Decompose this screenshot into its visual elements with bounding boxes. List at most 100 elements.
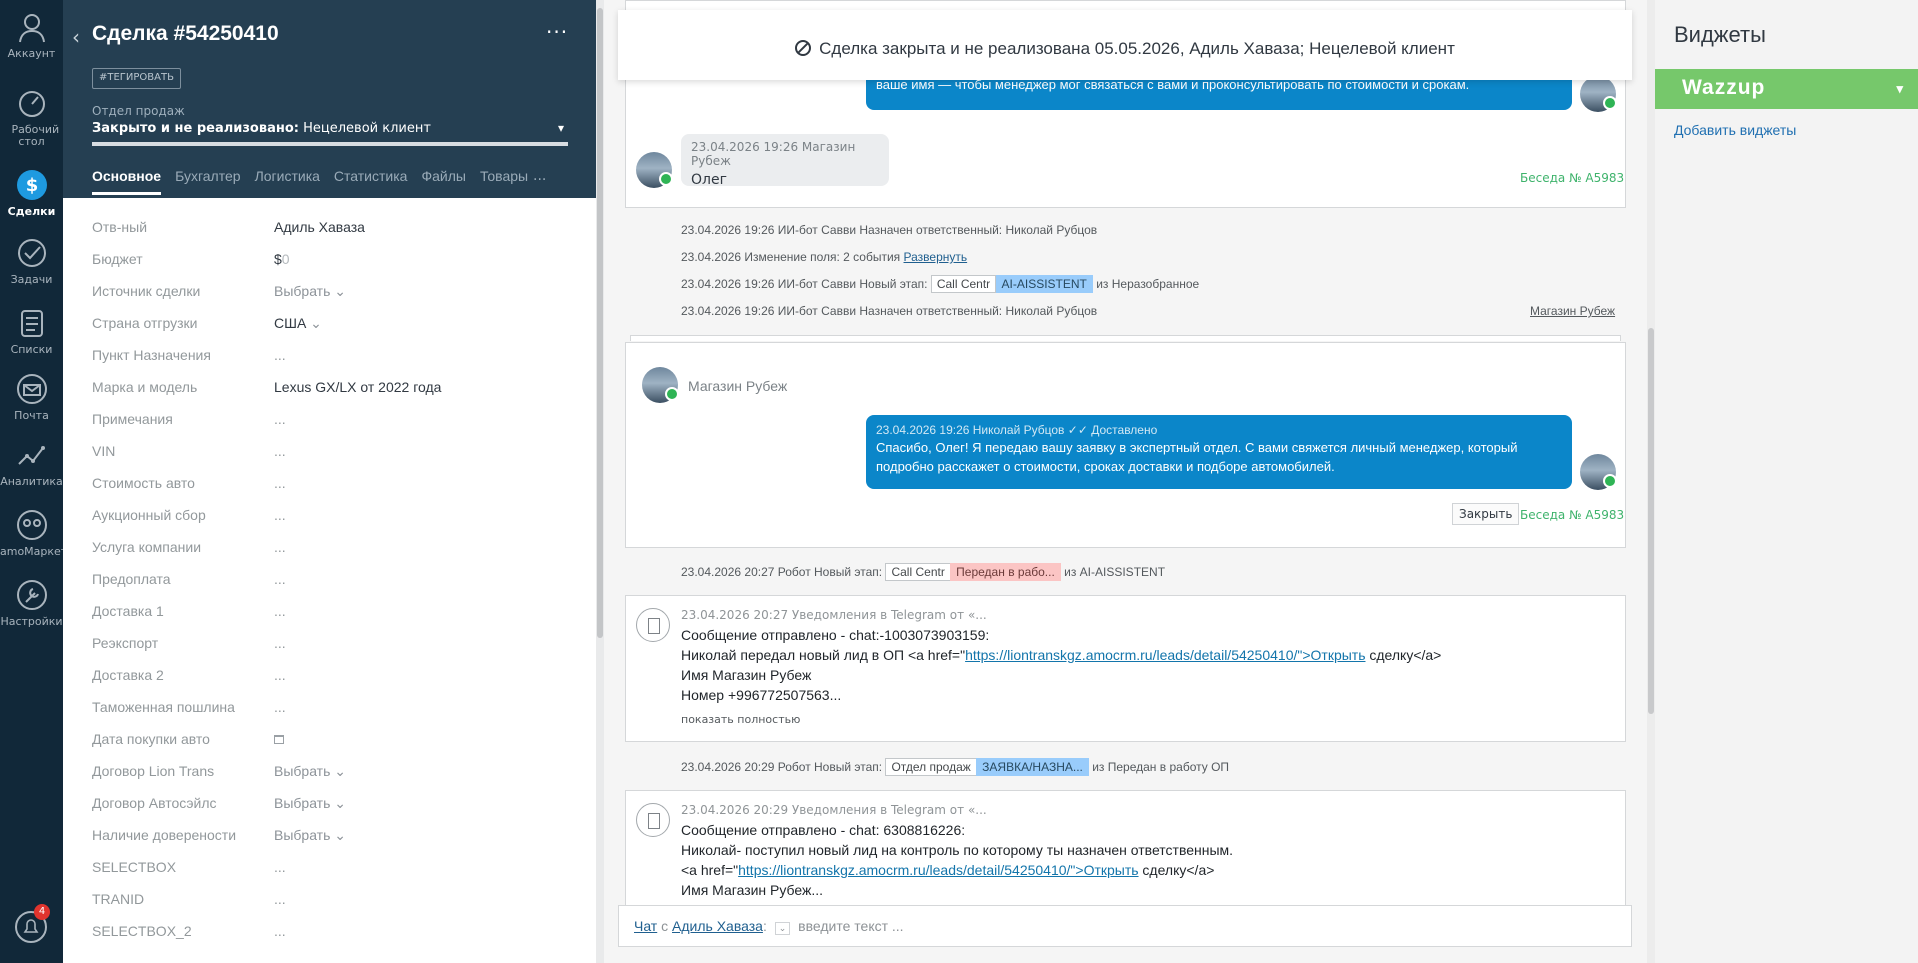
- field-tranid: TRANID...: [92, 891, 572, 911]
- field-value[interactable]: ...: [274, 891, 286, 907]
- nav-account[interactable]: Аккаунт: [0, 2, 63, 68]
- field-select[interactable]: Выбрать ⌄: [274, 795, 346, 812]
- field-value[interactable]: ...: [274, 635, 286, 651]
- field-label: Аукционный сбор: [92, 507, 206, 523]
- calendar-icon: [274, 735, 284, 744]
- chat-link[interactable]: Чат: [634, 918, 657, 934]
- nav-lists[interactable]: Списки: [0, 298, 63, 364]
- chat-input-bar[interactable]: Чат с Адиль Хаваза: ⌄ введите текст ...: [618, 905, 1632, 947]
- event-stage-change: 23.04.2026 20:29 Робот Новый этап: Отдел…: [681, 758, 1229, 776]
- field-select[interactable]: Выбрать ⌄: [274, 827, 346, 844]
- nav-deals[interactable]: $ Сделки: [0, 160, 63, 226]
- event-stage-change: 23.04.2026 20:27 Робот Новый этап: Call …: [681, 563, 1165, 581]
- tab-statistics[interactable]: Статистика: [334, 168, 408, 192]
- status-reason: Нецелевой клиент: [298, 121, 431, 136]
- tab-files[interactable]: Файлы: [421, 168, 465, 192]
- whatsapp-icon: [1603, 474, 1617, 488]
- field-value[interactable]: Lexus GX/LX от 2022 года: [274, 379, 441, 395]
- field-value[interactable]: Адиль Хаваза: [274, 219, 365, 235]
- field-value[interactable]: ...: [274, 507, 286, 523]
- nav-dashboard[interactable]: Рабочий стол: [0, 78, 63, 148]
- notification-line: <a href="https://liontranskgz.amocrm.ru/…: [681, 862, 1214, 878]
- field-value[interactable]: $0: [274, 251, 290, 267]
- nav-tasks[interactable]: Задачи: [0, 228, 63, 294]
- tab-main[interactable]: Основное: [92, 168, 162, 195]
- event-text: 23.04.2026 19:26 ИИ-бот Савви Новый этап…: [681, 277, 931, 291]
- more-menu-icon[interactable]: ···: [546, 20, 568, 44]
- chat-placeholder[interactable]: введите текст ...: [798, 918, 903, 934]
- field-reexport: Реэкспорт...: [92, 635, 572, 655]
- back-arrow-icon[interactable]: ‹: [72, 25, 80, 49]
- select-value: Выбрать: [274, 763, 331, 779]
- field-value[interactable]: ...: [274, 443, 286, 459]
- field-label: Примечания: [92, 411, 173, 427]
- field-power-of-attorney: Наличие доверености Выбрать ⌄: [92, 827, 572, 847]
- field-label: SELECTBOX: [92, 859, 177, 875]
- nav-settings[interactable]: Настройки: [0, 570, 63, 636]
- field-selectbox-2: SELECTBOX_2...: [92, 923, 572, 943]
- field-value[interactable]: ...: [274, 475, 286, 491]
- lead-title[interactable]: Сделка #54250410: [92, 22, 279, 46]
- deal-url-link[interactable]: https://liontranskgz.amocrm.ru/leads/det…: [738, 862, 1138, 878]
- tab-logistics[interactable]: Логистика: [255, 168, 320, 192]
- add-widgets-link[interactable]: Добавить виджеты: [1674, 122, 1796, 138]
- select-value: Выбрать: [274, 795, 331, 811]
- lead-header: ‹ Сделка #54250410 ··· #ТЕГИРОВАТЬ Отдел…: [63, 0, 597, 198]
- field-value[interactable]: ...: [274, 603, 286, 619]
- recipient-dropdown-icon[interactable]: ⌄: [774, 922, 791, 935]
- tab-accounting[interactable]: Бухгалтер: [175, 168, 240, 192]
- field-value[interactable]: ...: [274, 667, 286, 683]
- field-label: Бюджет: [92, 251, 143, 267]
- user-icon: [18, 14, 45, 43]
- field-value[interactable]: ...: [274, 571, 286, 587]
- closed-deal-banner: Сделка закрыта и не реализована 05.05.20…: [618, 10, 1632, 80]
- nav-settings-label: Настройки: [0, 615, 63, 628]
- scrollbar-thumb[interactable]: [1648, 328, 1654, 714]
- nav-market-label: amoМаркет: [0, 545, 68, 558]
- tag-button[interactable]: #ТЕГИРОВАТЬ: [92, 68, 181, 89]
- scrollbar-thumb[interactable]: [597, 8, 603, 638]
- deal-url-link[interactable]: https://liontranskgz.amocrm.ru/leads/det…: [965, 647, 1365, 663]
- tab-products[interactable]: Товары: [480, 168, 528, 192]
- field-delivery-2: Доставка 2...: [92, 667, 572, 687]
- whatsapp-icon: [665, 387, 679, 401]
- svg-text:$: $: [25, 175, 38, 196]
- status-selector[interactable]: Закрыто и не реализовано: Нецелевой клие…: [92, 121, 568, 146]
- field-value[interactable]: ...: [274, 699, 286, 715]
- wazzup-widget[interactable]: Wazzup ▾: [1655, 69, 1918, 109]
- message-text: Олег: [691, 172, 727, 188]
- field-budget: Бюджет $0: [92, 251, 572, 271]
- lead-scrollbar[interactable]: [596, 0, 604, 963]
- source-link[interactable]: Магазин Рубеж: [1530, 304, 1615, 318]
- expand-link[interactable]: Развернуть: [904, 250, 968, 264]
- stage-pipeline: Call Centr: [930, 275, 997, 293]
- lists-icon: [20, 310, 43, 337]
- field-select[interactable]: США ⌄: [274, 315, 322, 332]
- field-source: Источник сделки Выбрать ⌄: [92, 283, 572, 303]
- field-value[interactable]: ...: [274, 347, 286, 363]
- field-value[interactable]: ...: [274, 923, 286, 939]
- event-responsible: 23.04.2026 19:26 ИИ-бот Савви Назначен о…: [681, 223, 1098, 237]
- field-select[interactable]: Выбрать ⌄: [274, 763, 346, 780]
- close-conversation-button[interactable]: Закрыть: [1452, 503, 1520, 525]
- date-picker[interactable]: [274, 731, 284, 747]
- nav-mail-label: Почта: [14, 409, 49, 422]
- field-select[interactable]: Выбрать ⌄: [274, 283, 346, 300]
- show-full-link[interactable]: показать полностью: [681, 713, 800, 726]
- field-value[interactable]: ...: [274, 539, 286, 555]
- conversation-link[interactable]: Беседа № A5983: [1520, 508, 1624, 522]
- field-value[interactable]: ...: [274, 411, 286, 427]
- market-icon: [16, 510, 47, 540]
- recipient-link[interactable]: Адиль Хаваза: [672, 918, 763, 934]
- nav-analytics[interactable]: Аналитика: [0, 430, 63, 496]
- mail-icon: [16, 374, 47, 404]
- event-text: из Передан в работу ОП: [1088, 760, 1230, 774]
- tabs-more-icon[interactable]: ...: [533, 168, 546, 184]
- message-meta: 23.04.2026 19:26 Магазин Рубеж: [691, 140, 856, 168]
- field-value[interactable]: ...: [274, 859, 286, 875]
- message-meta: 23.04.2026 19:26 Николай Рубцов ✓✓ Доста…: [876, 422, 1562, 438]
- feed-scrollbar[interactable]: [1647, 0, 1655, 963]
- nav-mail[interactable]: Почта: [0, 364, 63, 430]
- nav-market[interactable]: amoМаркет: [0, 500, 68, 566]
- conversation-link[interactable]: Беседа № A5983: [1520, 171, 1624, 185]
